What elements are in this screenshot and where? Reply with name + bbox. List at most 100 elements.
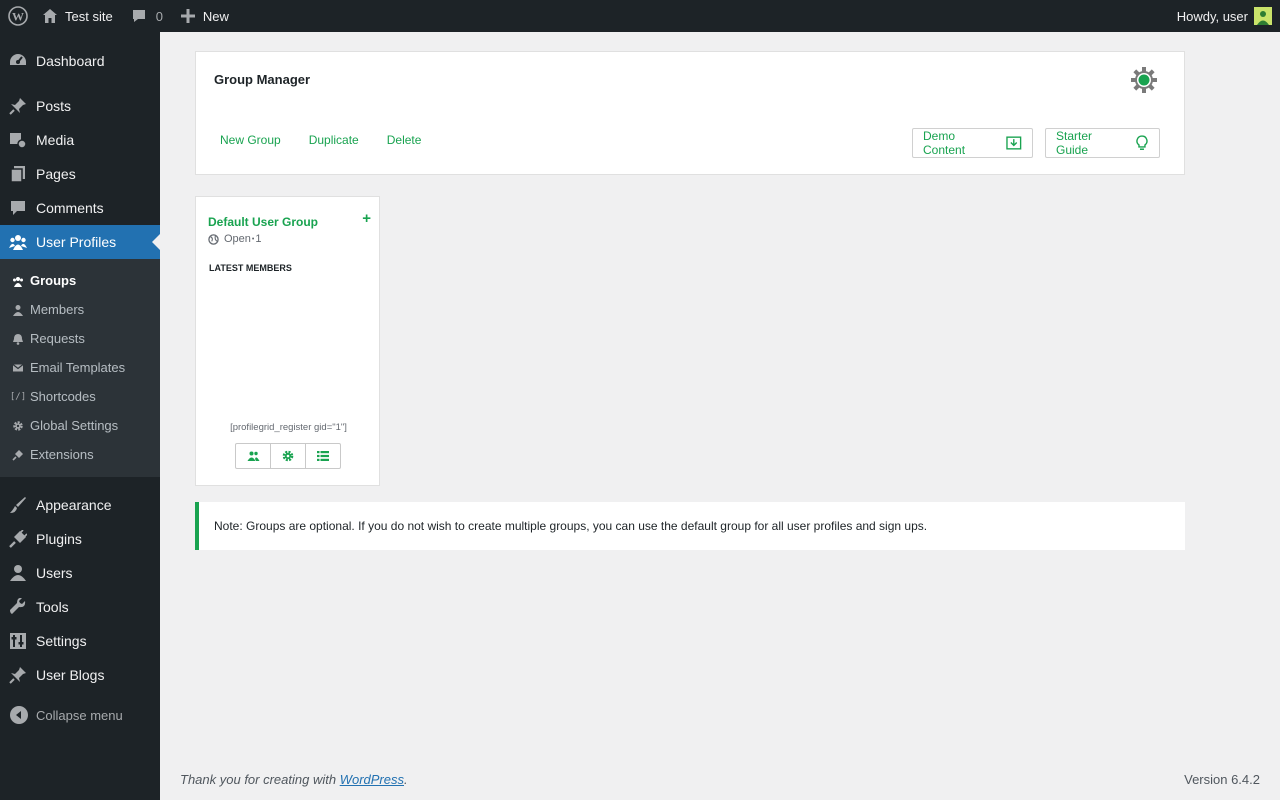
submenu-item-requests[interactable]: Requests [0,324,160,353]
menu-item-posts[interactable]: Posts [0,89,160,123]
duplicate-link[interactable]: Duplicate [309,133,359,147]
menu-label: Dashboard [36,53,105,69]
submenu-label: Email Templates [30,360,126,375]
download-icon [1006,136,1022,150]
menu-item-plugins[interactable]: Plugins [0,522,160,556]
member-count: 1 [255,233,262,245]
group-manager-panel: Group Manager New Group Duplicate Delete… [195,51,1185,175]
demo-content-label: Demo Content [923,129,966,157]
new-label: New [202,8,229,24]
lightbulb-icon [1136,135,1148,150]
menu-label: User Profiles [36,234,117,250]
menu-label: User Blogs [36,667,105,683]
pin-icon [8,96,28,116]
group-actions: New Group Duplicate Delete [220,133,449,147]
menu-item-appearance[interactable]: Appearance [0,488,160,522]
members-button[interactable] [236,444,271,468]
starter-guide-label: Starter Guide [1056,129,1093,157]
footer-thanks-prefix: Thank you for creating with [180,772,340,787]
groups-note: Note: Groups are optional. If you do not… [195,502,1185,550]
users-group-icon [8,232,28,252]
brush-icon [8,495,28,515]
meta-separator: • [251,235,255,243]
menu-label: Plugins [36,531,82,547]
menu-item-tools[interactable]: Tools [0,590,160,624]
wrench-icon [8,597,28,617]
add-icon[interactable]: + [362,210,371,227]
admin-bar: W Test site 0 New Howdy, user [0,0,1280,32]
members-icon [247,451,259,461]
gear-icon [282,450,294,462]
submenu-item-global-settings[interactable]: Global Settings [0,411,160,440]
new-content-link[interactable]: New [180,0,229,32]
menu-label: Appearance [36,497,112,513]
submenu-label: Members [30,302,85,317]
my-account-link[interactable]: Howdy, user [1177,0,1272,32]
group-meta: Open • 1 [208,233,262,245]
group-card-actions [235,443,341,469]
menu-item-pages[interactable]: Pages [0,157,160,191]
comments-count: 0 [155,8,163,24]
menu-item-dashboard[interactable]: Dashboard [0,44,160,78]
plus-icon [180,9,195,23]
menu-item-media[interactable]: Media [0,123,160,157]
pin-icon [8,665,28,685]
submenu-item-members[interactable]: Members [0,295,160,324]
main-content: Group Manager New Group Duplicate Delete… [160,32,1280,800]
submenu-item-extensions[interactable]: Extensions [0,440,160,469]
wordpress-logo-icon[interactable]: W [2,0,34,32]
dashboard-icon [8,51,28,71]
menu-item-settings[interactable]: Settings [0,624,160,658]
wordpress-link[interactable]: WordPress [340,772,404,787]
latest-members-heading: LATEST MEMBERS [209,263,292,273]
group-settings-button[interactable] [271,444,306,468]
menu-label: Media [36,132,75,148]
demo-content-button[interactable]: Demo Content [912,128,1033,158]
settings-gear-icon[interactable] [1130,66,1158,94]
menu-label: Users [36,565,73,581]
site-name-link[interactable]: Test site [42,0,113,32]
new-group-link[interactable]: New Group [220,133,281,147]
submenu-label: Global Settings [30,418,119,433]
footer-thanks-suffix: . [404,772,408,787]
comments-link[interactable]: 0 [131,0,163,32]
submenu-label: Shortcodes [30,389,96,404]
submenu-item-groups[interactable]: Groups [0,266,160,295]
user-icon [8,563,28,583]
group-list-button[interactable] [306,444,340,468]
footer-thanks: Thank you for creating with WordPress. [180,772,408,787]
home-icon [43,9,57,23]
globe-icon [208,233,219,245]
shortcode-icon: [/] [9,391,27,402]
menu-item-user-profiles[interactable]: User Profiles [0,225,160,259]
submenu-item-email-templates[interactable]: Email Templates [0,353,160,382]
list-icon [317,451,329,461]
howdy-greeting: Howdy, user [1176,8,1248,24]
settings-icon [8,631,28,651]
delete-link[interactable]: Delete [387,133,422,147]
starter-guide-button[interactable]: Starter Guide [1045,128,1160,158]
submenu-item-shortcodes[interactable]: [/] Shortcodes [0,382,160,411]
group-status: Open [224,233,251,245]
group-name[interactable]: Default User Group [208,215,318,229]
collapse-label: Collapse menu [36,707,123,723]
menu-label: Settings [36,633,87,649]
menu-item-user-blogs[interactable]: User Blogs [0,658,160,692]
bell-icon [12,333,24,345]
menu-item-users[interactable]: Users [0,556,160,590]
comment-icon [132,10,145,22]
user-profiles-submenu: Groups Members Requests Email Templates … [0,259,160,477]
submenu-label: Requests [30,331,85,346]
menu-item-comments[interactable]: Comments [0,191,160,225]
svg-text:W: W [12,10,24,24]
comment-icon [8,198,28,218]
menu-label: Comments [36,200,104,216]
footer-version: Version 6.4.2 [1184,772,1260,787]
avatar [1254,7,1272,25]
menu-label: Posts [36,98,72,114]
collapse-menu-button[interactable]: Collapse menu [0,698,160,732]
gear-icon [12,420,24,432]
submenu-label: Groups [30,273,77,288]
envelope-icon [12,362,24,374]
plugin-icon [8,529,28,549]
